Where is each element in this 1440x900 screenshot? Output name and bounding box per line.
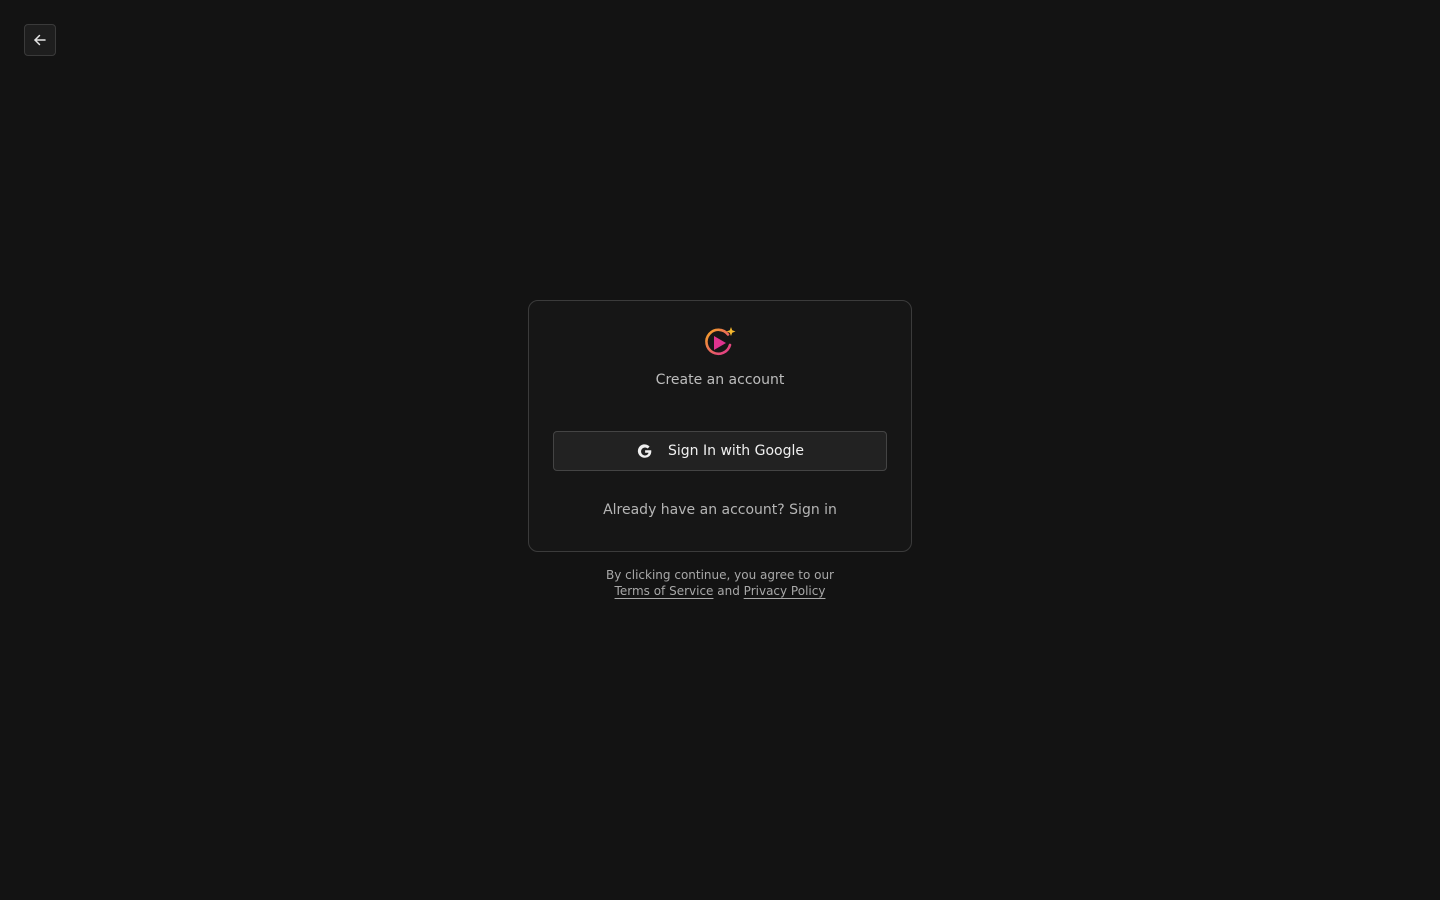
legal-and-text: and (717, 584, 740, 598)
terms-of-service-link[interactable]: Terms of Service (615, 584, 714, 598)
signin-link[interactable]: Sign in (789, 502, 837, 518)
google-signin-button[interactable]: Sign In with Google (553, 431, 887, 471)
legal-line: By clicking continue, you agree to our (606, 568, 834, 582)
signin-prompt-text: Already have an account? (603, 502, 785, 518)
signin-prompt-row: Already have an account? Sign in (529, 502, 911, 518)
google-signin-label: Sign In with Google (668, 443, 804, 459)
legal-notice: By clicking continue, you agree to our T… (520, 567, 920, 599)
privacy-policy-link[interactable]: Privacy Policy (744, 584, 826, 598)
arrow-left-icon (33, 33, 47, 47)
legal-links-line: Terms of Service and Privacy Policy (520, 583, 920, 599)
page-title: Create an account (655, 372, 785, 388)
play-sparkle-logo-icon (704, 326, 738, 358)
signup-card: Create an account Sign In with Google Al… (528, 300, 912, 552)
back-button[interactable] (24, 24, 56, 56)
google-g-icon (636, 442, 668, 460)
